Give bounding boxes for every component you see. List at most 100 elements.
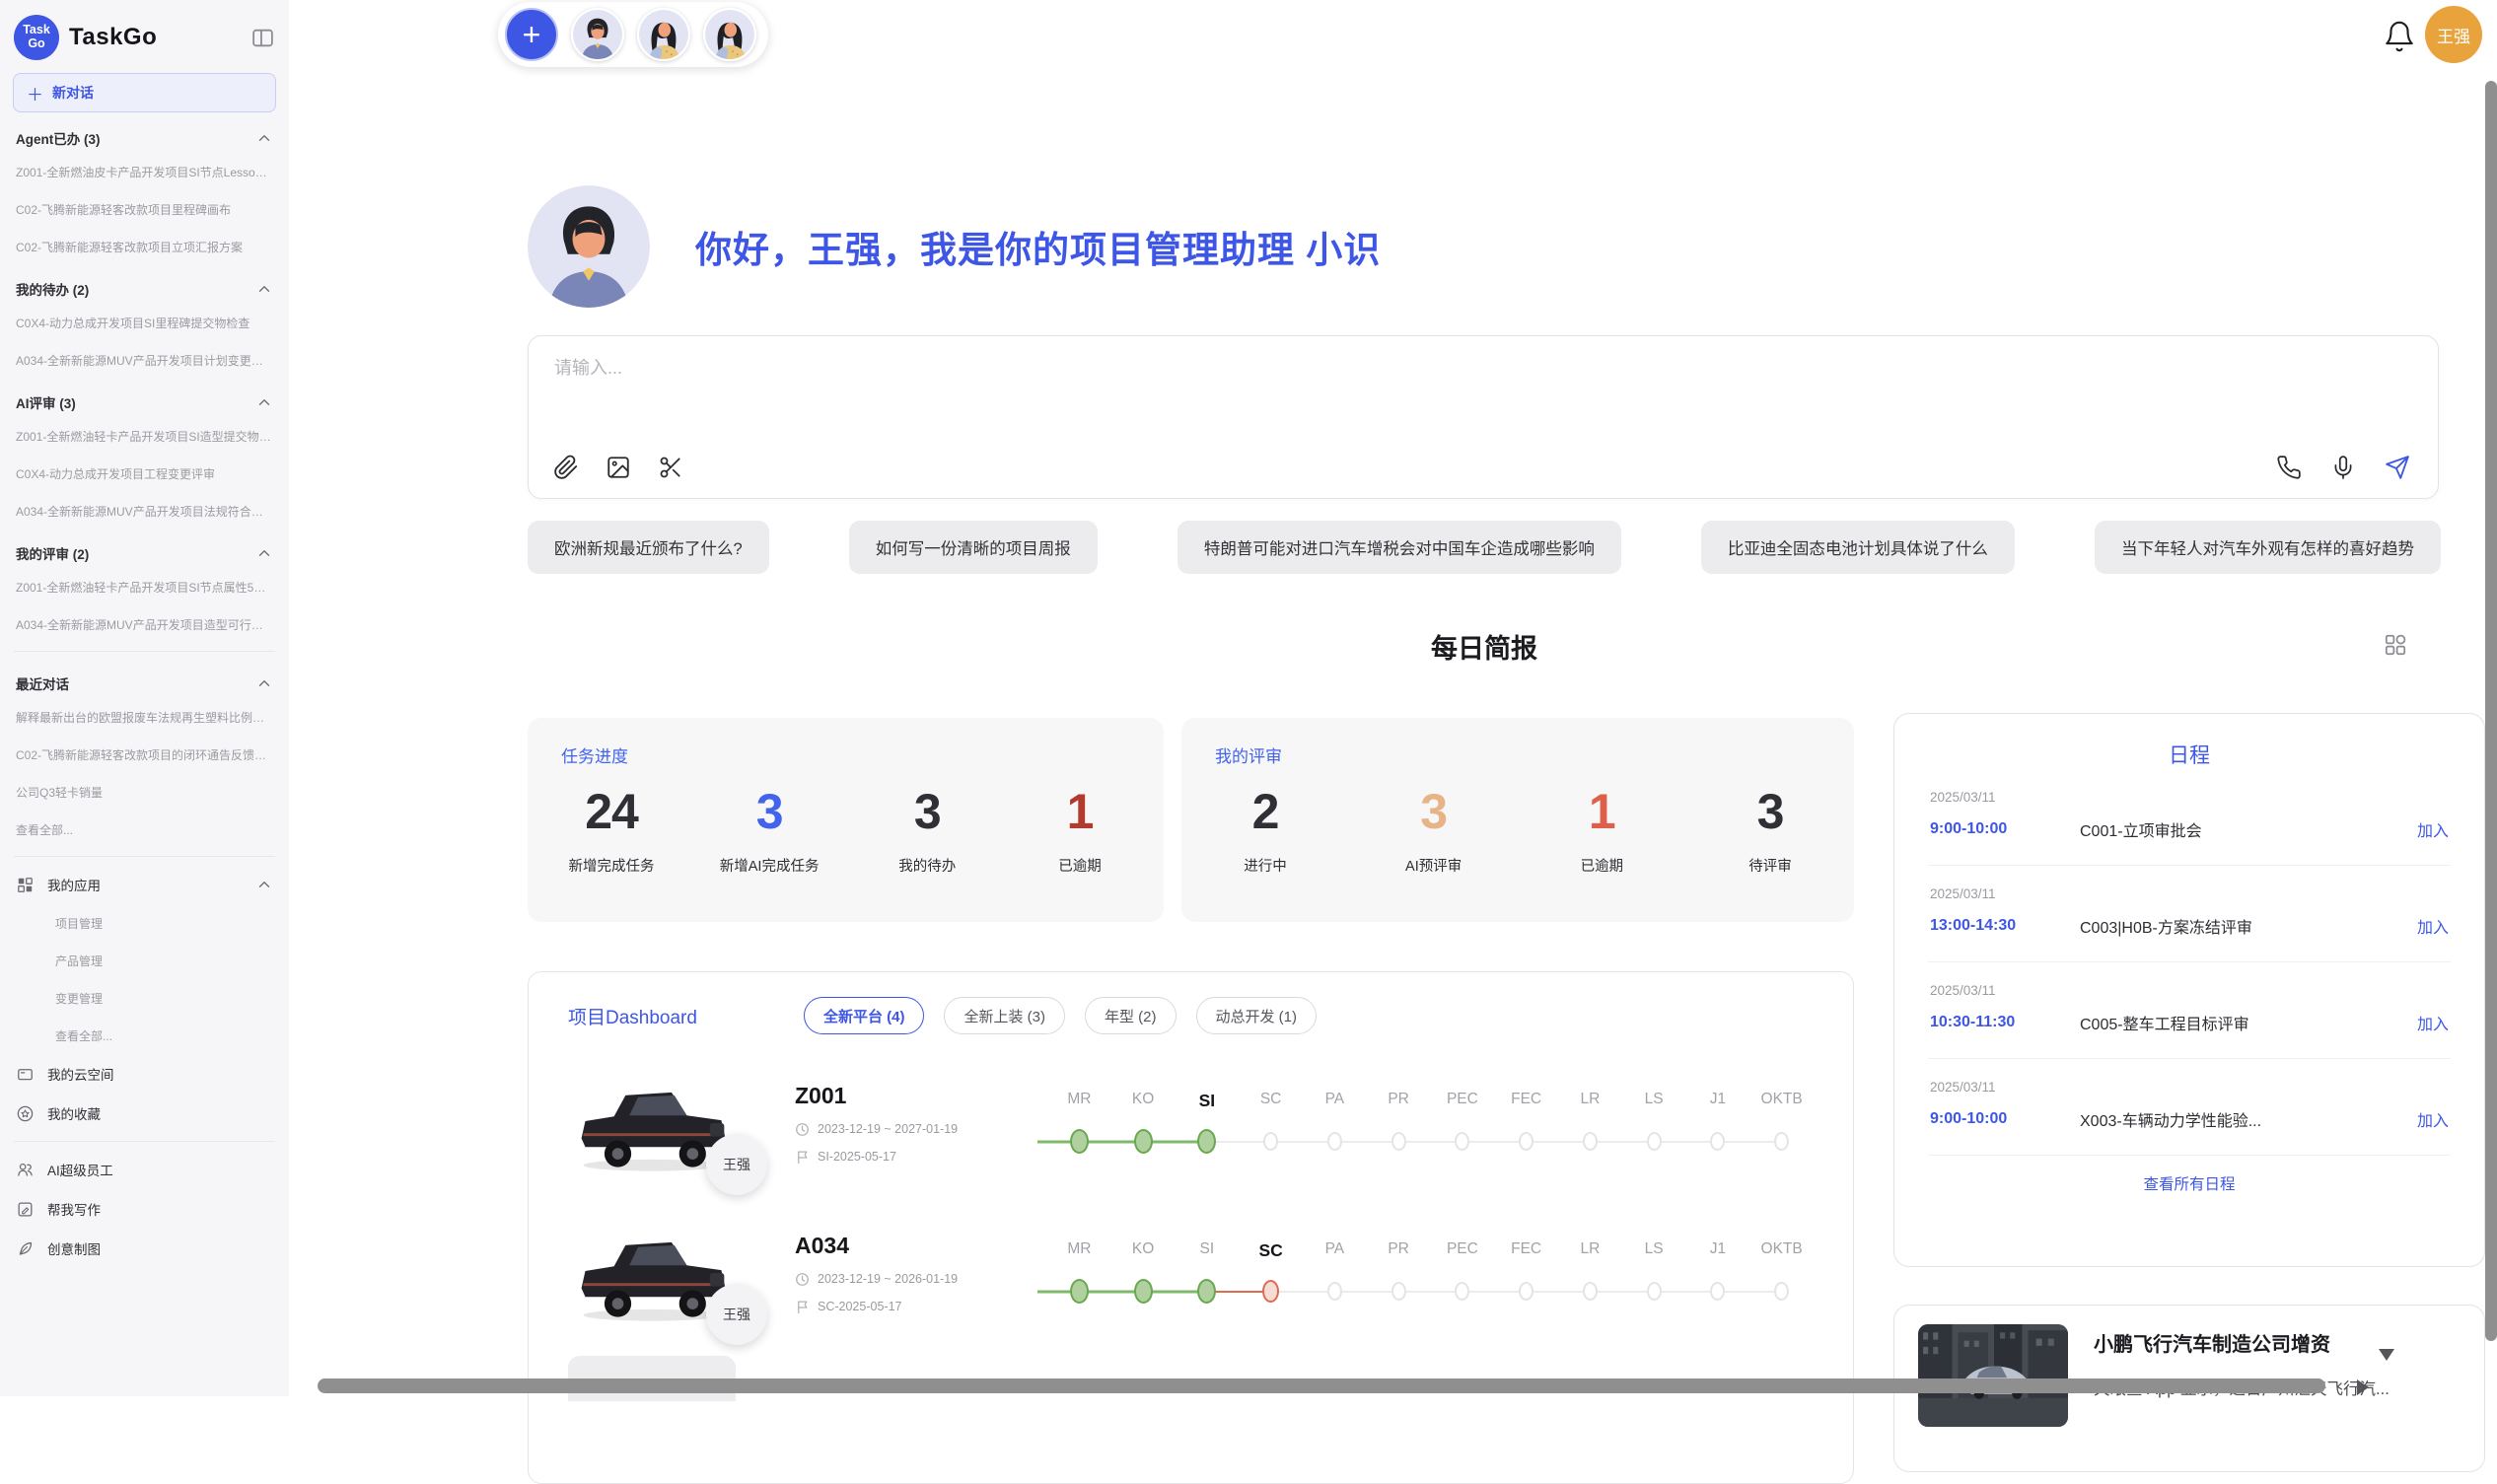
view-all-schedule-link[interactable]: 查看所有日程 (1928, 1172, 2451, 1194)
dashboard-filter-chip[interactable]: 年型 (2) (1085, 997, 1177, 1034)
project-next-milestone-text: SC-2025-05-17 (818, 1300, 901, 1313)
section-header[interactable]: AI评审 (3) (0, 379, 289, 417)
milestone-label: FEC (1511, 1091, 1541, 1114)
view-all-conversations-link[interactable]: 查看全部... (0, 811, 289, 848)
sidebar-item-creative-drawing[interactable]: 创意制图 (0, 1229, 289, 1268)
sidebar-task-item[interactable]: C02-飞腾新能源轻客改款项目里程碑画布 (0, 190, 289, 228)
cloud-space-label: 我的云空间 (47, 1064, 273, 1084)
milestone-label: J1 (1710, 1091, 1726, 1114)
sidebar-task-item[interactable]: C02-飞腾新能源轻客改款项目立项汇报方案 (0, 228, 289, 265)
suggestion-chip[interactable]: 如何写一份清晰的项目周报 (849, 521, 1098, 574)
milestone: SC (1239, 1240, 1303, 1307)
join-meeting-link[interactable]: 加入 (2417, 1011, 2449, 1034)
join-meeting-link[interactable]: 加入 (2417, 1107, 2449, 1131)
milestone-dot (1391, 1282, 1406, 1301)
sidebar-app-item[interactable]: 变更管理 (0, 979, 289, 1017)
agent-avatar-2[interactable] (637, 8, 690, 61)
sidebar-recent-item[interactable]: 公司Q3轻卡销量 (0, 773, 289, 811)
section-header-label: 我的评审 (2) (16, 543, 89, 563)
sidebar-recent-item[interactable]: 解释最新出台的欧盟报废车法规再生塑料比例被调至15%... (0, 698, 289, 736)
horizontal-scrollbar[interactable] (318, 1378, 2325, 1393)
vertical-scrollbar[interactable] (2485, 81, 2497, 1341)
section-header[interactable]: 我的待办 (2) (0, 265, 289, 304)
milestone-dot (1134, 1129, 1153, 1154)
flag-icon (795, 1150, 810, 1165)
user-avatar[interactable]: 王强 (2425, 6, 2482, 63)
daily-briefing-title: 每日简报 (528, 627, 2441, 666)
sidebar-item-favorites[interactable]: 我的收藏 (0, 1094, 289, 1133)
dashboard-filter-chip[interactable]: 全新上装 (3) (944, 997, 1065, 1034)
stat-value: 3 (883, 783, 971, 840)
suggestion-chip[interactable]: 比亚迪全固态电池计划具体说了什么 (1701, 521, 2015, 574)
sidebar-task-item[interactable]: Z001-全新燃油轻卡产品开发项目SI造型提交物评审 (0, 417, 289, 455)
milestone-dot (1710, 1132, 1725, 1151)
milestone-dot (1197, 1129, 1216, 1154)
section-header[interactable]: 我的评审 (2) (0, 530, 289, 568)
add-agent-button[interactable]: + (505, 8, 558, 61)
milestone-dot (1134, 1279, 1153, 1304)
milestone-line (1527, 1141, 1591, 1143)
composer-actions (2276, 455, 2410, 480)
my-apps-label: 我的应用 (47, 875, 243, 894)
milestone-label: LR (1580, 1091, 1600, 1114)
chevron-up-icon (255, 280, 273, 298)
scroll-down-arrow[interactable] (2379, 1349, 2394, 1361)
milestone-dot (1391, 1132, 1406, 1151)
section-header[interactable]: Agent已办 (3) (0, 114, 289, 153)
sidebar-task-item[interactable]: A034-全新新能源MUV产品开发项目造型可行性评审 (0, 605, 289, 643)
milestone-dot-area (1749, 1127, 1814, 1157)
agent-avatar-3[interactable] (703, 8, 756, 61)
project-media: 王强 (568, 1063, 736, 1183)
milestone-dot (1647, 1132, 1662, 1151)
dashboard-filter-chip[interactable]: 全新平台 (4) (804, 997, 925, 1034)
collapse-sidebar-icon[interactable] (250, 26, 275, 50)
sidebar-task-item[interactable]: A034-全新新能源MUV产品开发项目法规符合性评审 (0, 492, 289, 530)
scissors-icon[interactable] (658, 455, 683, 480)
agent-avatar-1[interactable] (571, 8, 624, 61)
sidebar-app-items: 项目管理产品管理变更管理查看全部... (0, 904, 289, 1054)
sidebar-app-item[interactable]: 产品管理 (0, 942, 289, 979)
suggestion-chip[interactable]: 当下年轻人对汽车外观有怎样的喜好趋势 (2095, 521, 2441, 574)
dashboard-filter-chip[interactable]: 动总开发 (1) (1196, 997, 1318, 1034)
schedule-entry: 2025/03/119:00-10:00X003-车辆动力学性能验...加入 (1928, 1059, 2451, 1156)
send-icon[interactable] (2385, 455, 2410, 480)
milestone-label: PEC (1447, 1240, 1478, 1264)
join-meeting-link[interactable]: 加入 (2417, 817, 2449, 841)
sidebar-item-my-apps[interactable]: 我的应用 (0, 865, 289, 904)
view-all-apps-link[interactable]: 查看全部... (0, 1017, 289, 1054)
sidebar-task-item[interactable]: Z001-全新燃油皮卡产品开发项目SI节点Lesson Learn报告 (0, 153, 289, 190)
milestone-line (1398, 1291, 1463, 1293)
paperclip-icon[interactable] (553, 455, 579, 480)
milestone-dot (1583, 1282, 1598, 1301)
sidebar-app-item[interactable]: 项目管理 (0, 904, 289, 942)
suggestion-chip[interactable]: 欧洲新规最近颁布了什么? (528, 521, 769, 574)
phone-call-icon[interactable] (2276, 455, 2302, 480)
schedule-event-title: X003-车辆动力学性能验... (2080, 1107, 2417, 1131)
suggestion-chip[interactable]: 特朗普可能对进口汽车增税会对中国车企造成哪些影响 (1177, 521, 1621, 574)
section-header-recent[interactable]: 最近对话 (0, 660, 289, 698)
sidebar-task-item[interactable]: C0X4-动力总成开发项目SI里程碑提交物检查 (0, 304, 289, 341)
microphone-icon[interactable] (2330, 455, 2356, 480)
image-icon[interactable] (606, 455, 631, 480)
sidebar-recent-item[interactable]: C02-飞腾新能源轻客改款项目的闭环通告反馈情况 (0, 736, 289, 773)
project-row[interactable]: 王强Z0012023-12-19 ~ 2027-01-19SI-2025-05-… (529, 1042, 1853, 1192)
layout-grid-icon[interactable] (2383, 632, 2408, 658)
project-dashboard-card: 项目Dashboard 全新平台 (4)全新上装 (3)年型 (2)动总开发 (… (528, 971, 1854, 1484)
milestone-line (1207, 1141, 1271, 1143)
notifications-bell-icon[interactable] (2383, 20, 2416, 53)
join-meeting-link[interactable]: 加入 (2417, 914, 2449, 938)
sidebar-task-item[interactable]: Z001-全新燃油轻卡产品开发项目SI节点属性5D文件评审 (0, 568, 289, 605)
new-chat-label: 新对话 (52, 83, 94, 103)
sidebar-item-help-me-write[interactable]: 帮我写作 (0, 1189, 289, 1229)
sidebar-item-ai-super-staff[interactable]: AI超级员工 (0, 1150, 289, 1189)
milestone-label: SI (1200, 1240, 1215, 1264)
clock-icon (795, 1122, 810, 1137)
section-header-label: Agent已办 (3) (16, 128, 101, 148)
sidebar-item-cloud-space[interactable]: 我的云空间 (0, 1054, 289, 1094)
project-row[interactable]: 王强A0342023-12-19 ~ 2026-01-19SC-2025-05-… (529, 1192, 1853, 1342)
scroll-right-arrow[interactable] (2357, 1379, 2369, 1395)
sidebar-task-item[interactable]: C0X4-动力总成开发项目工程变更评审 (0, 455, 289, 492)
sidebar-task-item[interactable]: A034-全新新能源MUV产品开发项目计划变更表编写 (0, 341, 289, 379)
new-chat-button[interactable]: ＋ 新对话 (13, 73, 276, 112)
message-input[interactable] (554, 354, 2231, 413)
